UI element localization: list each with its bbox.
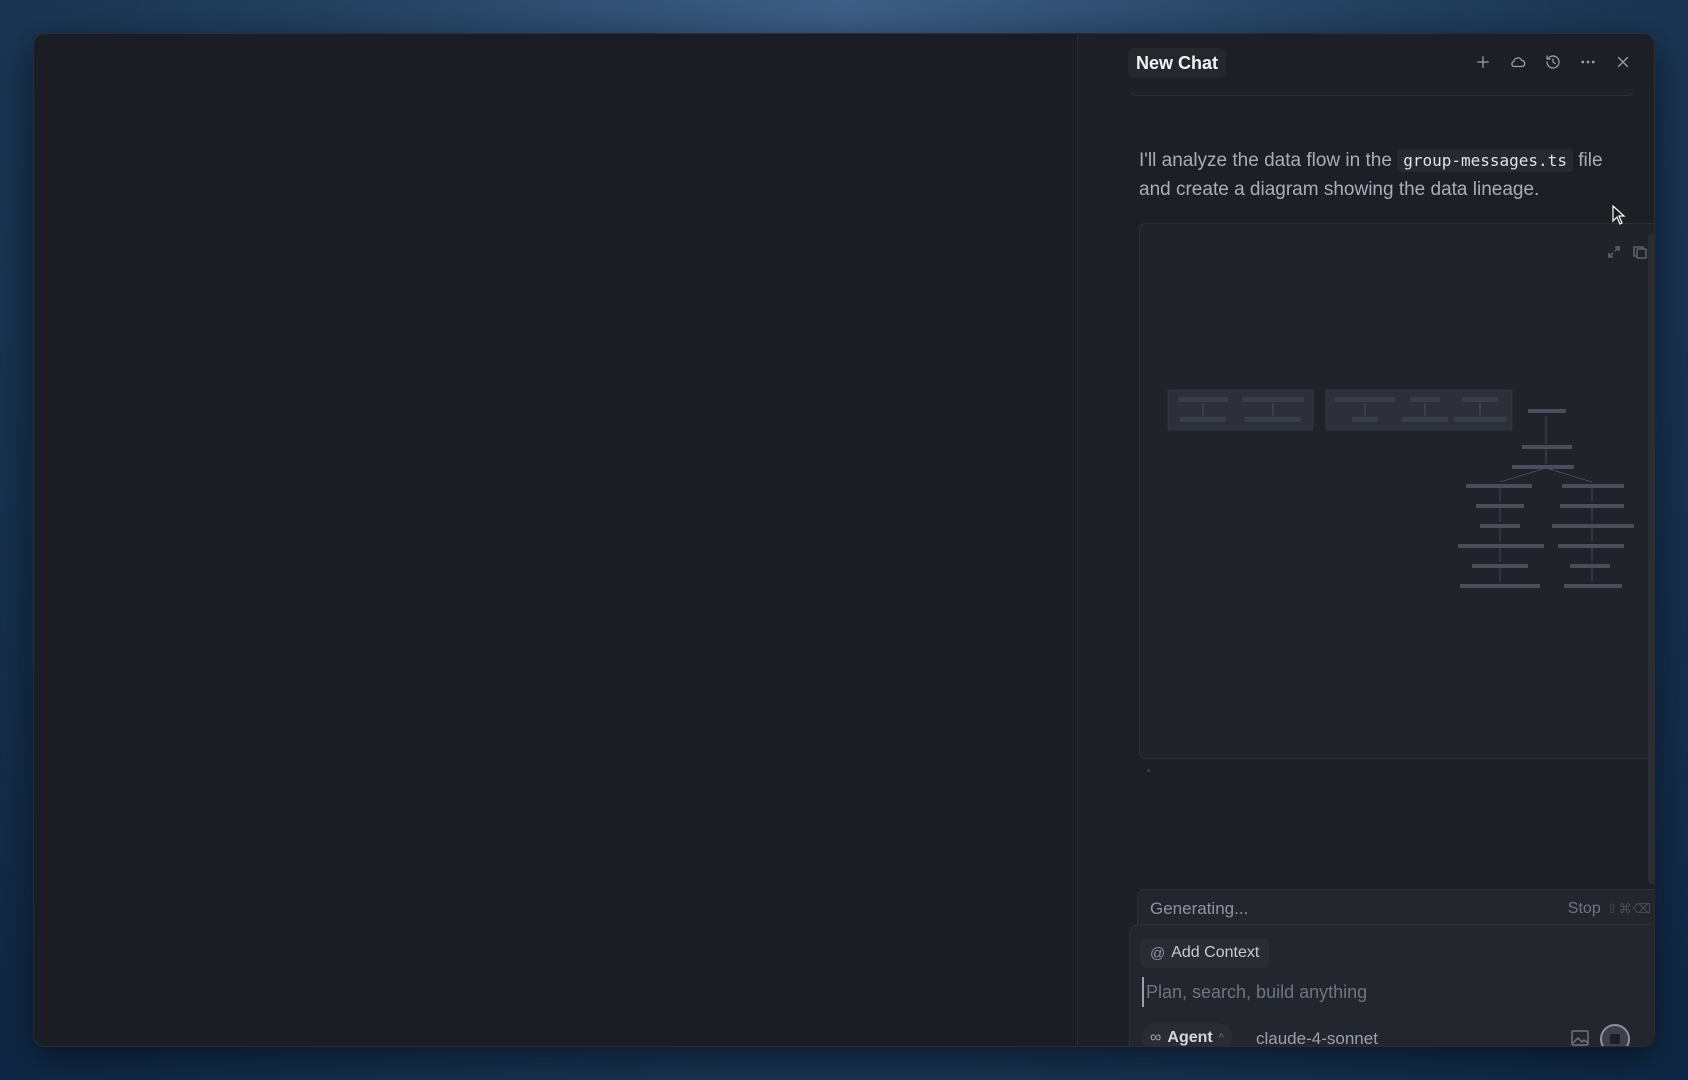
header-icons — [1472, 51, 1634, 73]
mermaid-diagram[interactable] — [1139, 223, 1654, 759]
more-icon[interactable] — [1577, 51, 1599, 73]
chat-panel: New Chat I'll analyze the data flow in t… — [1079, 34, 1654, 1046]
stop-generation-button[interactable] — [1600, 1024, 1630, 1046]
image-icon[interactable] — [1570, 1029, 1590, 1046]
chat-composer: @ Add Context ∞ Agent ^ claude-4-sonnet — [1129, 924, 1654, 1046]
stop-shortcut: ⇧⌘⌫ — [1606, 901, 1652, 916]
history-icon[interactable] — [1542, 51, 1564, 73]
stop-square-icon — [1610, 1034, 1620, 1044]
infinity-icon: ∞ — [1150, 1029, 1162, 1046]
chat-title-tab[interactable]: New Chat — [1128, 48, 1227, 78]
status-text: Generating... — [1150, 899, 1249, 918]
diagram-canvas — [1167, 389, 1634, 588]
diagram-tools — [1606, 244, 1648, 265]
assistant-message: I'll analyze the data flow in the group-… — [1139, 146, 1639, 204]
stop-button[interactable]: Stop — [1568, 900, 1601, 918]
at-icon: @ — [1150, 944, 1166, 962]
copy-icon[interactable] — [1632, 244, 1648, 265]
chevron-up-icon: ^ — [1218, 1032, 1224, 1044]
inline-code-filename: group-messages.ts — [1397, 149, 1573, 172]
agent-mode-label: Agent — [1167, 1029, 1213, 1046]
agent-mode-selector[interactable]: ∞ Agent ^ — [1142, 1023, 1232, 1046]
message-text-before: I'll analyze the data flow in the — [1139, 150, 1392, 171]
mouse-cursor-icon — [1612, 205, 1626, 225]
model-selector[interactable]: claude-4-sonnet — [1256, 1029, 1378, 1046]
add-context-label: Add Context — [1171, 944, 1260, 961]
add-context-button[interactable]: @ Add Context — [1140, 938, 1270, 968]
expand-icon[interactable] — [1606, 244, 1622, 265]
generating-status-bar: Generating... Stop ⇧⌘⌫ — [1137, 889, 1654, 929]
cloud-icon[interactable] — [1507, 51, 1529, 73]
header-divider — [1129, 88, 1636, 96]
app-window: New Chat I'll analyze the data flow in t… — [33, 33, 1655, 1047]
editor-area[interactable] — [34, 34, 1078, 1046]
chat-header: New Chat — [1079, 34, 1654, 96]
prompt-input[interactable] — [1142, 977, 1654, 1007]
loading-dot — [1147, 769, 1150, 772]
close-icon[interactable] — [1612, 51, 1634, 73]
chat-scrollbar[interactable] — [1648, 234, 1654, 884]
plus-icon[interactable] — [1472, 51, 1494, 73]
